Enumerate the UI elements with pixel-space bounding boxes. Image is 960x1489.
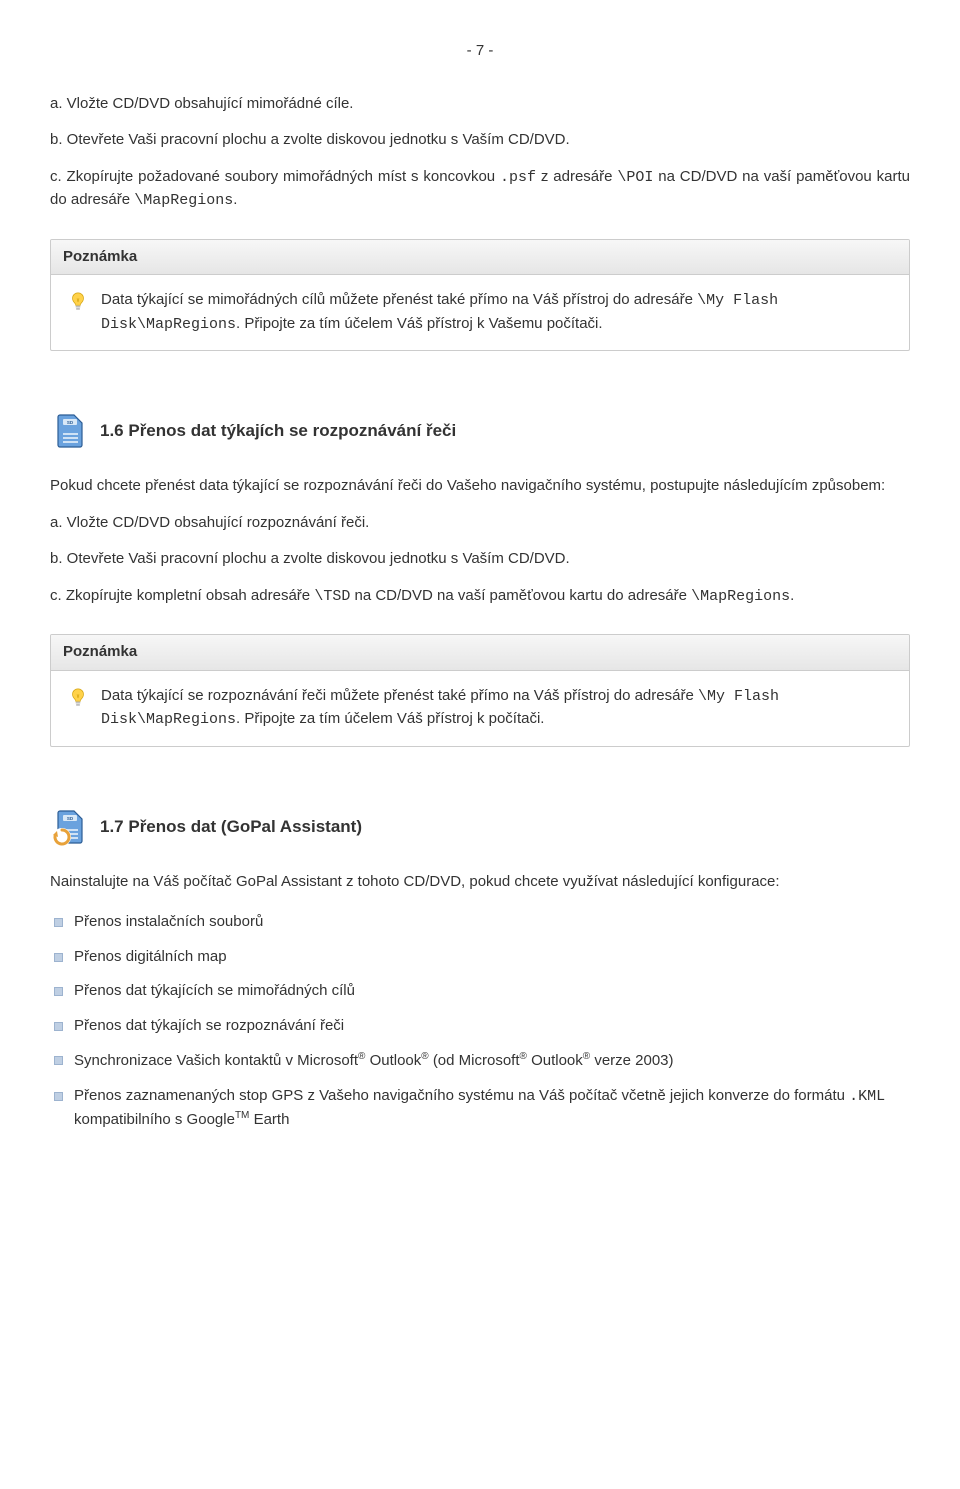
note1-t2: . Připojte za tím účelem Váš přístroj k … xyxy=(236,315,603,332)
section17-list: Přenos instalačních souborů Přenos digit… xyxy=(50,911,910,1132)
heading-1-7: 1.7 Přenos dat (GoPal Assistant) xyxy=(50,807,910,847)
s16-c-pre: c. Zkopírujte kompletní obsah adresáře xyxy=(50,587,314,604)
list-item: Přenos digitálních map xyxy=(54,946,910,969)
code-mapregions: \MapRegions xyxy=(134,192,233,209)
page-number: - 7 - xyxy=(50,40,910,63)
gps-post: Earth xyxy=(254,1111,290,1128)
sync-pre: Synchronizace Vašich kontaktů v Microsof… xyxy=(74,1052,358,1069)
lightbulb-icon xyxy=(67,291,89,313)
sync-out1: Outlook xyxy=(370,1052,422,1069)
note-box-1: Poznámka Data týkající se mimořádných cí… xyxy=(50,239,910,352)
code-mapregions-2: \MapRegions xyxy=(691,588,790,605)
step-c-mid1: z adresáře xyxy=(541,168,617,185)
s16-step-b: b. Otevřete Vaši pracovní plochu a zvolt… xyxy=(50,548,910,571)
section16-intro: Pokud chcete přenést data týkající se ro… xyxy=(50,475,910,498)
code-psf: .psf xyxy=(500,169,536,186)
s16-step-a: a. Vložte CD/DVD obsahující rozpoznávání… xyxy=(50,512,910,535)
reg-mark: ® xyxy=(421,1051,428,1062)
reg-mark: ® xyxy=(358,1051,365,1062)
note2-t1: Data týkající se rozpoznávání řeči můžet… xyxy=(101,687,698,704)
sd-card-sync-icon xyxy=(50,807,90,847)
heading-1-6-text: 1.6 Přenos dat týkajích se rozpoznávání … xyxy=(100,418,456,444)
reg-mark: ® xyxy=(520,1051,527,1062)
list-item: Přenos instalačních souborů xyxy=(54,911,910,934)
step-a: a. Vložte CD/DVD obsahující mimořádné cí… xyxy=(50,93,910,116)
note2-text: Data týkající se rozpoznávání řeči můžet… xyxy=(101,685,893,732)
code-tsd: \TSD xyxy=(314,588,350,605)
note-title-2: Poznámka xyxy=(51,635,909,671)
step-b: b. Otevřete Vaši pracovní plochu a zvolt… xyxy=(50,129,910,152)
sd-card-icon xyxy=(50,411,90,451)
s16-c-mid: na CD/DVD na vaší paměťovou kartu do adr… xyxy=(355,587,692,604)
gps-mid: kompatibilního s Google xyxy=(74,1111,235,1128)
gps-code: .KML xyxy=(849,1088,885,1105)
tm-mark: TM xyxy=(235,1110,249,1121)
note1-t1: Data týkající se mimořádných cílů můžete… xyxy=(101,291,697,308)
heading-1-6: 1.6 Přenos dat týkajích se rozpoznávání … xyxy=(50,411,910,451)
note-text: Data týkající se mimořádných cílů můžete… xyxy=(101,289,893,336)
list-item-sync: Synchronizace Vašich kontaktů v Microsof… xyxy=(54,1049,910,1073)
reg-mark: ® xyxy=(583,1051,590,1062)
step-c-end: . xyxy=(233,191,237,208)
gps-pre: Přenos zaznamenaných stop GPS z Vašeho n… xyxy=(74,1087,849,1104)
note-title: Poznámka xyxy=(51,240,909,276)
sync-mid: (od Microsoft xyxy=(433,1052,520,1069)
s16-step-c: c. Zkopírujte kompletní obsah adresáře \… xyxy=(50,585,910,609)
step-c-pre: c. Zkopírujte požadované soubory mimořád… xyxy=(50,168,495,185)
list-item: Přenos dat týkajících se mimořádných cíl… xyxy=(54,980,910,1003)
section17-intro: Nainstalujte na Váš počítač GoPal Assist… xyxy=(50,871,910,894)
lightbulb-icon xyxy=(67,687,89,709)
list-item-gps: Přenos zaznamenaných stop GPS z Vašeho n… xyxy=(54,1085,910,1132)
code-poi: \POI xyxy=(617,169,653,186)
s16-c-end: . xyxy=(790,587,794,604)
sync-out2: Outlook xyxy=(531,1052,583,1069)
sync-post: verze 2003) xyxy=(594,1052,673,1069)
heading-1-7-text: 1.7 Přenos dat (GoPal Assistant) xyxy=(100,814,362,840)
note-box-2: Poznámka Data týkající se rozpoznávání ř… xyxy=(50,634,910,747)
note2-t2: . Připojte za tím účelem Váš přístroj k … xyxy=(236,710,544,727)
list-item: Přenos dat týkajích se rozpoznávání řeči xyxy=(54,1015,910,1038)
step-c: c. Zkopírujte požadované soubory mimořád… xyxy=(50,166,910,213)
